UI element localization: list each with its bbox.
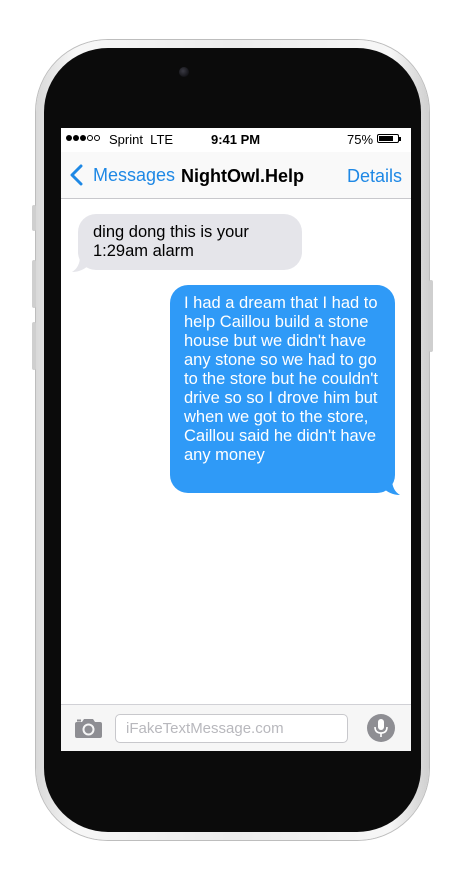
carrier-label: Sprint LTE: [109, 132, 174, 147]
front-camera: [179, 67, 189, 77]
back-to-messages-button[interactable]: Messages: [67, 163, 175, 187]
signal-dot: [66, 135, 72, 141]
battery-icon: [377, 134, 399, 143]
microphone-icon: [374, 719, 388, 737]
signal-dot: [94, 135, 100, 141]
signal-strength-icon: [66, 135, 100, 141]
navigation-bar: Messages NightOwl.Help Details: [61, 152, 411, 199]
battery-percent: 75%: [347, 132, 374, 147]
signal-dot: [73, 135, 79, 141]
message-thread: ding dong this is your 1:29am alarm I ha…: [61, 199, 411, 704]
conversation-title: NightOwl.Help: [181, 166, 304, 186]
battery-fill: [379, 136, 393, 141]
signal-dot: [87, 135, 93, 141]
phone-mute-switch: [32, 205, 36, 231]
microphone-button[interactable]: [367, 714, 395, 742]
received-message-bubble: ding dong this is your 1:29am alarm: [78, 214, 302, 270]
phone-screen: Sprint LTE 9:41 PM 75% Messages NightOwl…: [61, 128, 411, 751]
status-bar: Sprint LTE 9:41 PM 75%: [61, 128, 411, 152]
message-composer: [61, 704, 411, 751]
phone-volume-down: [32, 322, 36, 370]
chevron-left-icon: [70, 164, 83, 186]
sent-message-bubble: I had a dream that I had to help Caillou…: [170, 285, 395, 493]
message-input[interactable]: [115, 714, 348, 743]
details-button[interactable]: Details: [347, 166, 402, 187]
signal-dot: [80, 135, 86, 141]
phone-volume-up: [32, 260, 36, 308]
camera-icon[interactable]: [74, 717, 103, 739]
back-label: Messages: [93, 164, 176, 185]
battery-tip: [399, 137, 401, 141]
phone-power-button: [429, 280, 433, 352]
status-time: 9:41 PM: [211, 132, 261, 147]
